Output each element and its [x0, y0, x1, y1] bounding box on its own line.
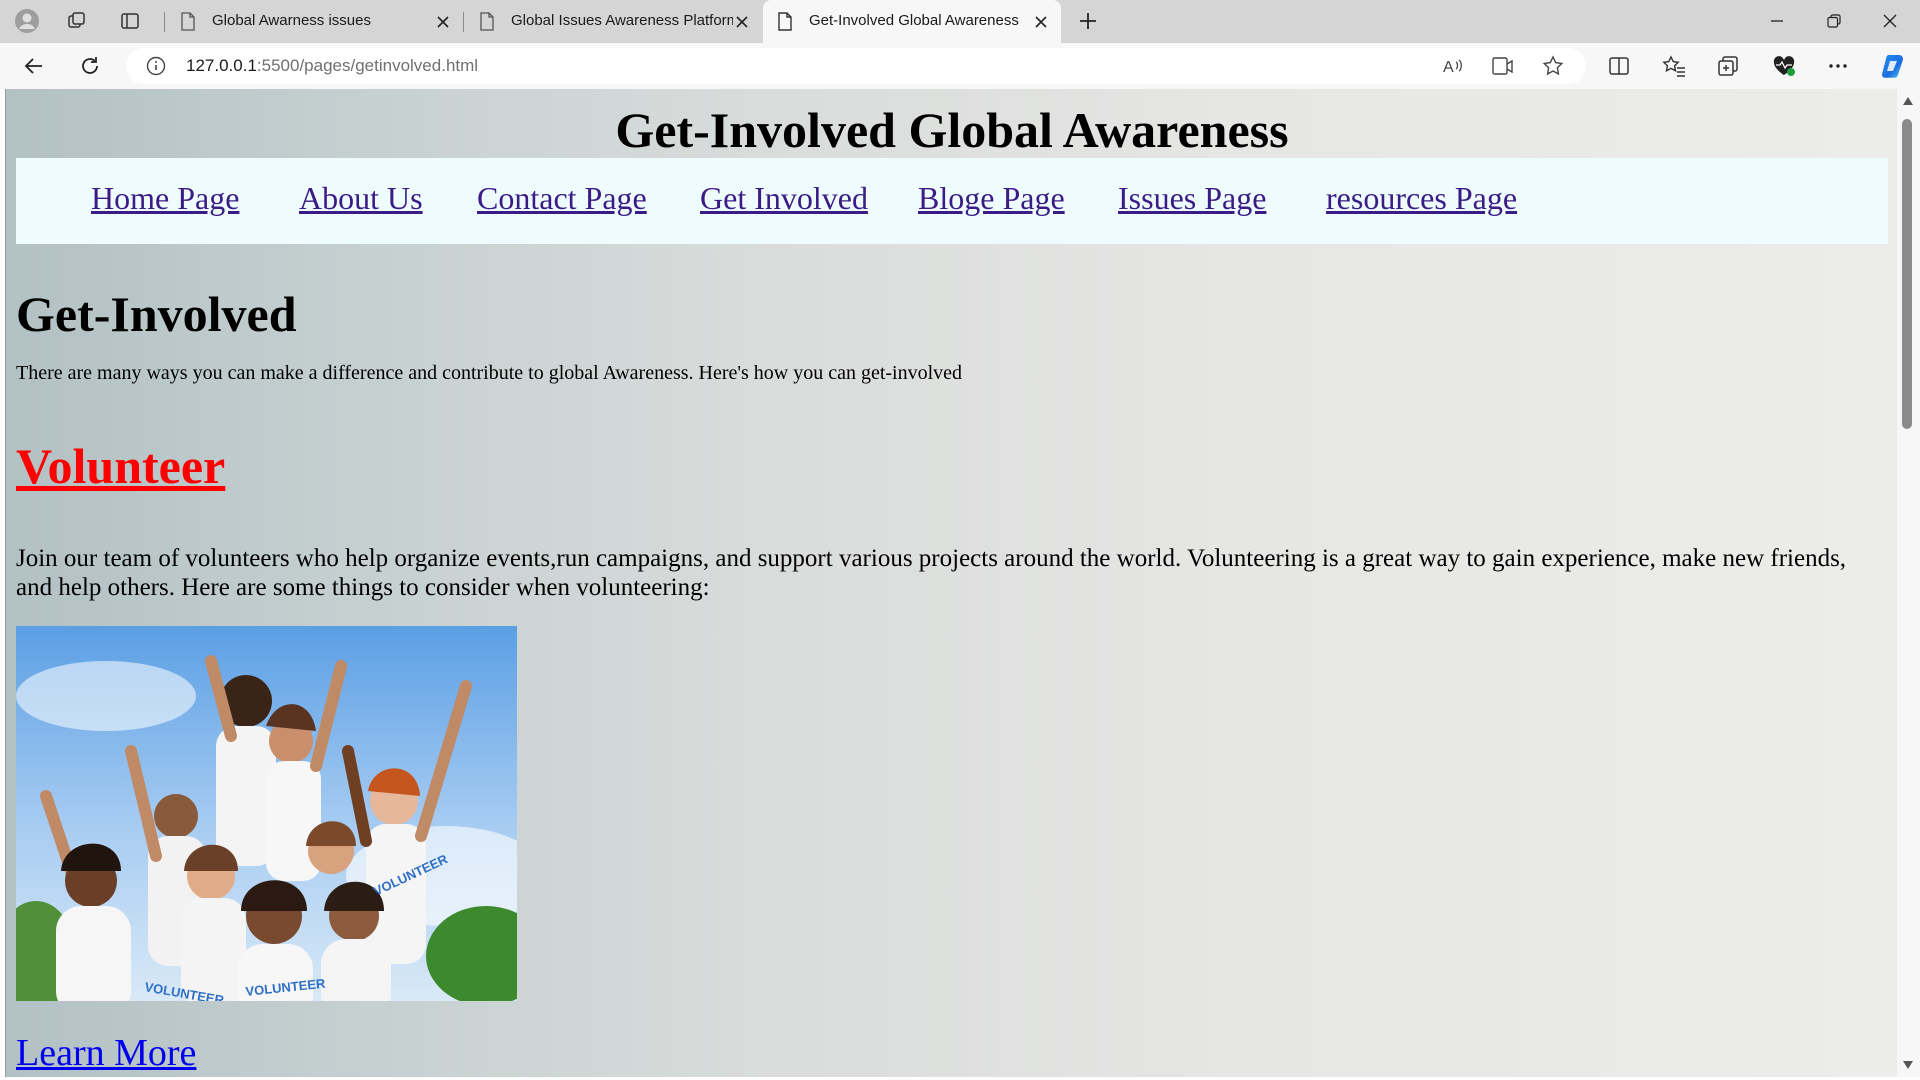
heart-pulse-icon: [1773, 56, 1795, 76]
tab-global-awarness-issues[interactable]: Global Awarness issues: [166, 0, 462, 43]
svg-text:A: A: [1443, 59, 1454, 76]
tab-get-involved-global-awareness[interactable]: Get-Involved Global Awareness: [763, 0, 1061, 43]
favorite-star-icon[interactable]: [1542, 55, 1564, 82]
back-button[interactable]: [17, 50, 51, 82]
immersive-reader-icon[interactable]: [1492, 56, 1514, 81]
close-icon: [1883, 14, 1897, 28]
page-icon: [479, 12, 495, 35]
restore-button[interactable]: [1817, 6, 1851, 36]
refresh-button[interactable]: [73, 50, 107, 82]
close-window-button[interactable]: [1873, 6, 1907, 36]
nav-link-about-us[interactable]: About Us: [299, 180, 423, 217]
back-arrow-icon: [24, 58, 42, 74]
tab-title: Global Issues Awareness Platform: [511, 12, 733, 29]
tab-separator: [463, 12, 464, 32]
nav-link-contact[interactable]: Contact Page: [477, 180, 647, 217]
minimize-icon: [1771, 20, 1783, 22]
page-viewport: Get-Involved Global Awareness Home Page …: [5, 89, 1897, 1077]
scroll-up-arrow-icon[interactable]: [1902, 95, 1914, 107]
more-options-button[interactable]: [1821, 50, 1855, 82]
browser-essentials-button[interactable]: [1767, 50, 1801, 82]
learn-more-link[interactable]: Learn More: [16, 1031, 196, 1075]
site-title: Get-Involved Global Awareness: [615, 102, 1289, 158]
tab-bar: Global Awarness issues Global Issues Awa…: [0, 0, 1920, 43]
tab-global-issues-awareness-platform[interactable]: Global Issues Awareness Platform: [465, 0, 761, 43]
split-screen-icon: [1609, 57, 1629, 75]
scroll-down-arrow-icon[interactable]: [1902, 1059, 1914, 1071]
page-scrollbar[interactable]: [1897, 89, 1920, 1077]
scrollbar-thumb[interactable]: [1902, 119, 1912, 429]
copilot-button[interactable]: [1876, 50, 1910, 82]
read-aloud-icon[interactable]: A: [1442, 56, 1464, 81]
new-tab-button[interactable]: [1071, 6, 1105, 36]
split-screen-button[interactable]: [1602, 50, 1636, 82]
nav-link-home[interactable]: Home Page: [91, 180, 239, 217]
tab-separator: [164, 12, 165, 32]
plus-icon: [1080, 13, 1096, 29]
site-info-icon[interactable]: [146, 56, 166, 81]
more-icon: [1829, 64, 1847, 68]
tab-title: Get-Involved Global Awareness: [809, 12, 1019, 29]
refresh-icon: [82, 57, 98, 74]
favorites-icon: [1662, 55, 1685, 77]
url-text[interactable]: 127.0.0.1:5500/pages/getinvolved.html: [186, 56, 478, 76]
url-path: :5500/pages/getinvolved.html: [256, 56, 479, 75]
browser-toolbar: 127.0.0.1:5500/pages/getinvolved.html A: [0, 43, 1920, 89]
close-icon[interactable]: [434, 13, 452, 31]
minimize-button[interactable]: [1760, 6, 1794, 36]
volunteer-heading: Volunteer: [16, 438, 226, 494]
url-host: 127.0.0.1: [186, 56, 257, 75]
nav-link-bloge[interactable]: Bloge Page: [918, 180, 1065, 217]
copilot-icon: [1881, 55, 1903, 78]
close-icon[interactable]: [733, 13, 751, 31]
nav-link-get-involved[interactable]: Get Involved: [700, 180, 868, 217]
close-icon[interactable]: [1032, 13, 1050, 31]
volunteer-paragraph: Join our team of volunteers who help org…: [16, 545, 1847, 601]
volunteer-image: VOLUNTEER VOLUNTEER VOLUNTEER: [16, 626, 517, 1001]
site-navigation: Home Page About Us Contact Page Get Invo…: [16, 158, 1888, 244]
workspaces-icon[interactable]: [60, 6, 94, 36]
page-heading: Get-Involved: [16, 286, 297, 342]
collections-icon: [1718, 56, 1738, 76]
profile-icon[interactable]: [10, 6, 44, 36]
intro-paragraph: There are many ways you can make a diffe…: [16, 362, 963, 384]
collections-button[interactable]: [1711, 50, 1745, 82]
favorites-button[interactable]: [1657, 50, 1691, 82]
restore-icon: [1827, 14, 1841, 28]
address-bar[interactable]: 127.0.0.1:5500/pages/getinvolved.html A: [126, 48, 1586, 84]
tab-title: Global Awarness issues: [212, 12, 371, 29]
tab-actions-icon[interactable]: [113, 6, 147, 36]
nav-link-issues[interactable]: Issues Page: [1118, 180, 1266, 217]
page-icon: [180, 12, 196, 35]
nav-link-resources[interactable]: resources Page: [1326, 180, 1517, 217]
page-icon: [777, 12, 793, 35]
